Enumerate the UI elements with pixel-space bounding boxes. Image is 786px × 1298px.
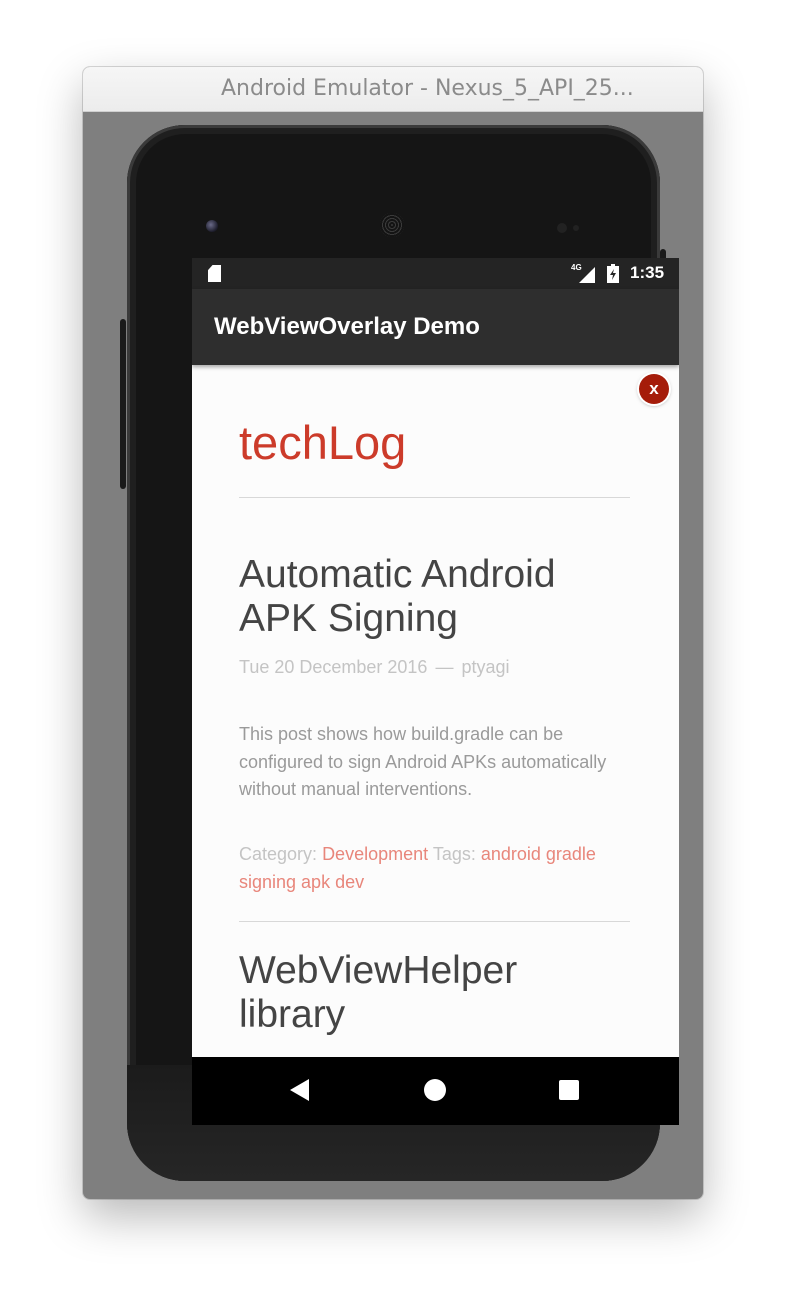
post-meta: Tue 20 December 2016 — ptyagi (239, 657, 510, 678)
category-label: Category: (239, 844, 318, 864)
back-icon[interactable] (290, 1079, 309, 1101)
post-taxonomy: Category: Development Tags: android grad… (239, 841, 634, 896)
device-screen: 4G 1:35 WebViewOverlay Demo x techLog Au… (192, 258, 679, 1125)
post-excerpt: This post shows how build.gradle can be … (239, 724, 607, 799)
volume-button[interactable] (120, 319, 126, 489)
window-titlebar[interactable]: Android Emulator - Nexus_5_API_25... (83, 67, 703, 112)
divider (239, 921, 630, 922)
phone-frame: 4G 1:35 WebViewOverlay Demo x techLog Au… (127, 125, 679, 1181)
tags-label: Tags: (432, 844, 476, 864)
status-clock: 1:35 (630, 263, 665, 282)
battery-charging-icon (607, 264, 619, 283)
webview-overlay[interactable]: x techLog Automatic Android APK Signing … (192, 365, 679, 1057)
front-camera-icon (206, 220, 218, 232)
proximity-sensor-icon (557, 223, 567, 233)
divider (239, 497, 630, 498)
sd-card-icon (208, 265, 221, 282)
window-title: Android Emulator - Nexus_5_API_25... (221, 76, 634, 101)
status-bar: 4G 1:35 (192, 258, 679, 289)
emulator-window: Android Emulator - Nexus_5_API_25... 4G (83, 67, 703, 1199)
home-icon[interactable] (424, 1079, 446, 1101)
post-title-link[interactable]: WebViewHelper library (239, 949, 569, 1037)
earpiece-speaker-icon (380, 213, 404, 237)
recents-icon[interactable] (559, 1080, 579, 1100)
post-author-link[interactable]: ptyagi (461, 657, 509, 677)
system-nav-bar (192, 1057, 679, 1125)
close-overlay-button[interactable]: x (639, 374, 669, 404)
app-toolbar: WebViewOverlay Demo (192, 289, 679, 365)
category-link[interactable]: Development (322, 844, 428, 864)
post-date: Tue 20 December 2016 (239, 657, 428, 677)
meta-separator: — (435, 657, 454, 677)
signal-icon: 4G (568, 263, 598, 285)
post-title-link[interactable]: Automatic Android APK Signing (239, 553, 630, 641)
light-sensor-icon (573, 225, 579, 231)
blog-title-link[interactable]: techLog (239, 415, 406, 470)
app-title: WebViewOverlay Demo (214, 313, 480, 340)
